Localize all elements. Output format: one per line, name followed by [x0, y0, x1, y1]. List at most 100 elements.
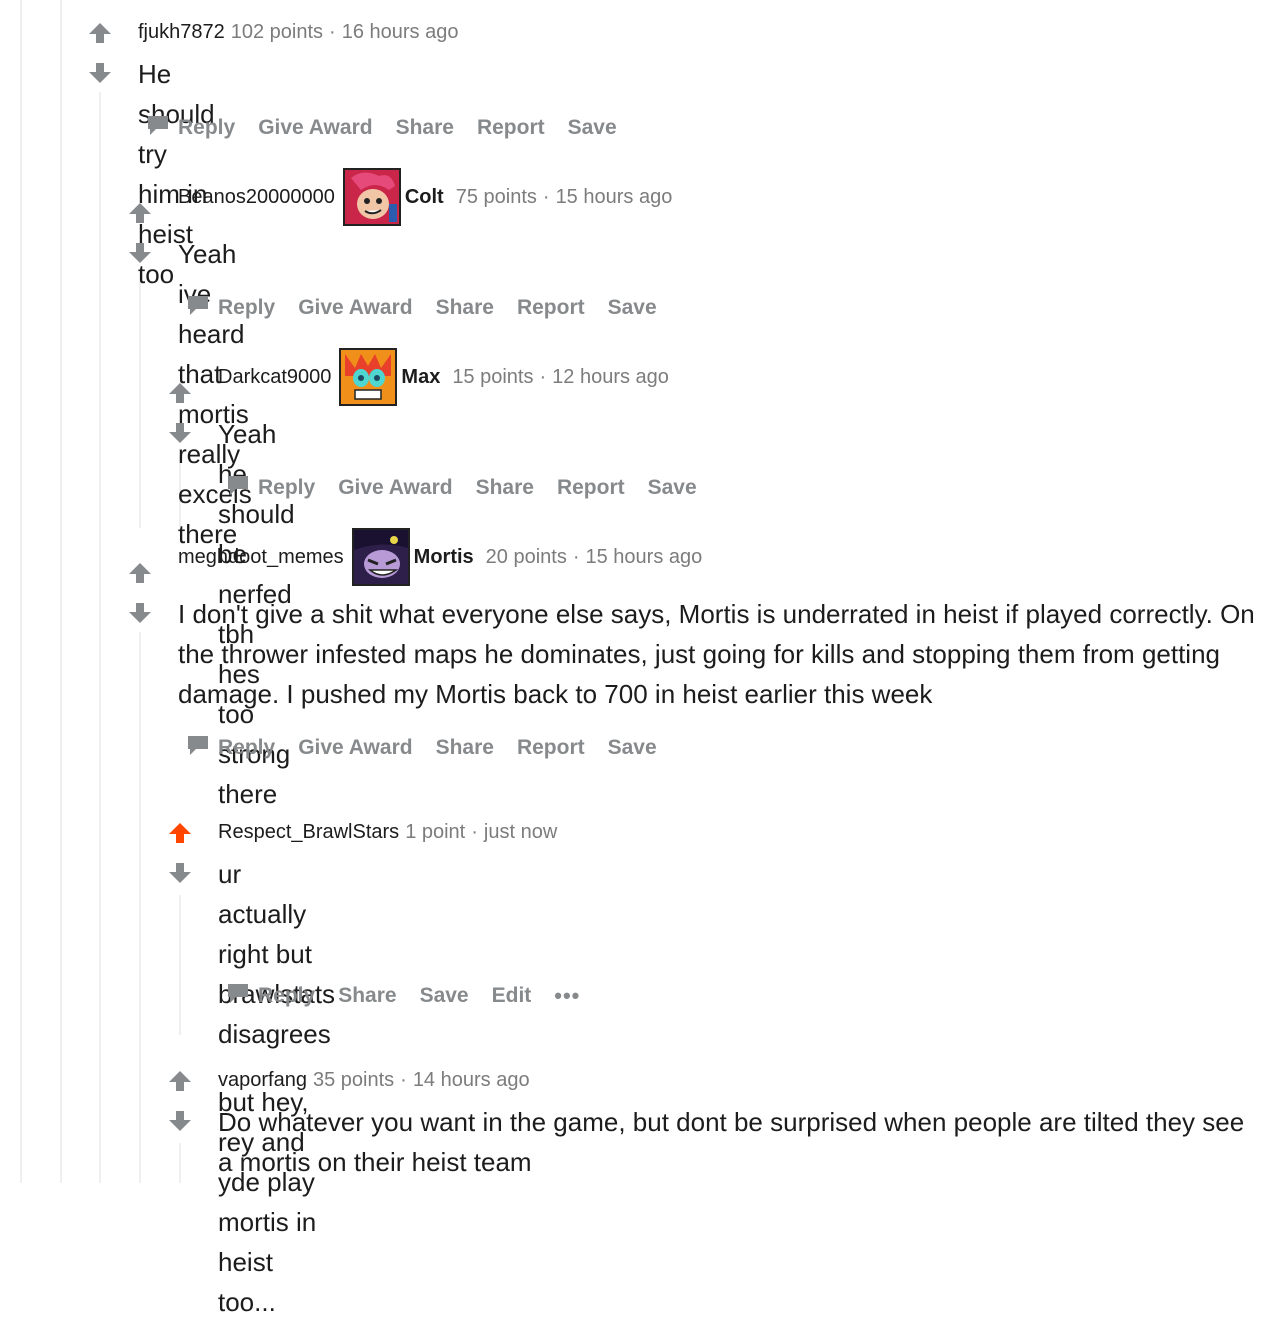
- report-button[interactable]: Report: [517, 736, 585, 760]
- reply-label: Reply: [258, 984, 316, 1007]
- score: 1 point: [405, 820, 466, 843]
- save-button[interactable]: Save: [608, 736, 657, 760]
- comment-paragraph: Do whatever you want in the game, but do…: [218, 1107, 1245, 1177]
- colt-avatar-icon: [342, 168, 401, 226]
- separator: ·: [471, 820, 478, 843]
- timestamp[interactable]: 15 hours ago: [586, 546, 703, 569]
- upvote-arrow-icon[interactable]: [168, 382, 192, 404]
- share-button[interactable]: Share: [436, 736, 494, 760]
- thread-line-comment-4[interactable]: [139, 632, 141, 1183]
- comment-header: meghdoot_memes Mortis 20 points · 15 hou…: [178, 526, 702, 588]
- reply-label: Reply: [178, 116, 236, 139]
- give-award-button[interactable]: Give Award: [258, 116, 372, 140]
- comment-header: Beanos20000000 Colt 75 points · 15 hours…: [178, 166, 672, 228]
- timestamp[interactable]: just now: [484, 821, 557, 844]
- reply-bubble-icon: [146, 114, 170, 142]
- author-link[interactable]: Darkcat9000: [218, 366, 331, 389]
- edit-button[interactable]: Edit: [492, 984, 532, 1008]
- share-button[interactable]: Share: [396, 116, 454, 140]
- thread-line-comment-1[interactable]: [99, 92, 101, 1183]
- report-button[interactable]: Report: [477, 116, 545, 140]
- upvote-arrow-icon[interactable]: [128, 202, 152, 224]
- user-flair: Colt: [404, 185, 444, 208]
- comment-paragraph: ur actually right but brawlstats disagre…: [218, 859, 336, 1049]
- thread-line-level-0: [60, 0, 62, 1183]
- timestamp[interactable]: 16 hours ago: [342, 21, 459, 44]
- thread-line-comment-6[interactable]: [179, 1143, 181, 1183]
- timestamp[interactable]: 14 hours ago: [413, 1069, 530, 1092]
- reply-button[interactable]: Reply: [226, 982, 315, 1010]
- mortis-avatar-icon: [351, 528, 410, 586]
- score: 20 points: [485, 545, 567, 568]
- separator: ·: [572, 545, 580, 568]
- author-link[interactable]: vaporfang: [218, 1069, 307, 1092]
- report-button[interactable]: Report: [557, 476, 625, 500]
- downvote-arrow-icon[interactable]: [168, 862, 192, 884]
- action-bar: Reply Give Award Share Report Save: [186, 734, 680, 762]
- separator: ·: [539, 365, 547, 388]
- user-flair: Mortis: [413, 545, 474, 568]
- vote-column: [128, 562, 152, 624]
- score: 75 points: [455, 185, 537, 208]
- reply-label: Reply: [218, 736, 276, 759]
- share-button[interactable]: Share: [338, 984, 396, 1008]
- comment-body: I don't give a shit what everyone else s…: [178, 594, 1273, 714]
- timestamp[interactable]: 12 hours ago: [552, 366, 669, 389]
- comment-header: fjukh7872 102 points · 16 hours ago: [138, 12, 458, 52]
- reply-button[interactable]: Reply: [146, 114, 235, 142]
- upvote-arrow-icon[interactable]: [168, 822, 192, 844]
- upvote-arrow-icon[interactable]: [168, 1070, 192, 1092]
- share-button[interactable]: Share: [436, 296, 494, 320]
- give-award-button[interactable]: Give Award: [298, 736, 412, 760]
- reply-button[interactable]: Reply: [186, 734, 275, 762]
- reply-bubble-icon: [226, 474, 250, 502]
- reply-button[interactable]: Reply: [226, 474, 315, 502]
- reply-button[interactable]: Reply: [186, 294, 275, 322]
- save-button[interactable]: Save: [568, 116, 617, 140]
- comment-header: Darkcat9000 Max 15 points · 12 hours ago: [218, 346, 669, 408]
- downvote-arrow-icon[interactable]: [168, 422, 192, 444]
- author-link[interactable]: meghdoot_memes: [178, 546, 344, 569]
- downvote-arrow-icon[interactable]: [128, 242, 152, 264]
- comment-body: Do whatever you want in the game, but do…: [218, 1102, 1258, 1182]
- upvote-arrow-icon[interactable]: [88, 22, 112, 44]
- action-bar: Reply Give Award Share Report Save: [186, 294, 680, 322]
- more-options-icon[interactable]: •••: [554, 983, 580, 1009]
- comment-header: vaporfang 35 points · 14 hours ago: [218, 1060, 530, 1100]
- reply-bubble-icon: [186, 294, 210, 322]
- save-button[interactable]: Save: [608, 296, 657, 320]
- save-button[interactable]: Save: [420, 984, 469, 1008]
- vote-column: [168, 382, 192, 444]
- give-award-button[interactable]: Give Award: [298, 296, 412, 320]
- reply-label: Reply: [218, 296, 276, 319]
- thread-line-comment-2[interactable]: [139, 272, 141, 528]
- author-link[interactable]: Respect_BrawlStars: [218, 821, 399, 844]
- timestamp[interactable]: 15 hours ago: [556, 186, 673, 209]
- reply-label: Reply: [258, 476, 316, 499]
- action-bar: Reply Give Award Share Report Save: [146, 114, 640, 142]
- thread-line-comment-5[interactable]: [179, 895, 181, 1035]
- separator: ·: [400, 1068, 407, 1091]
- share-button[interactable]: Share: [476, 476, 534, 500]
- author-link[interactable]: Beanos20000000: [178, 186, 335, 209]
- author-link[interactable]: fjukh7872: [138, 21, 225, 44]
- thread-line-outer: [20, 0, 22, 1183]
- save-button[interactable]: Save: [648, 476, 697, 500]
- give-award-button[interactable]: Give Award: [338, 476, 452, 500]
- reply-bubble-icon: [186, 734, 210, 762]
- comment-paragraph: I don't give a shit what everyone else s…: [178, 599, 1255, 709]
- comment-header: Respect_BrawlStars 1 point · just now: [218, 812, 557, 852]
- downvote-arrow-icon[interactable]: [88, 62, 112, 84]
- vote-column: [128, 202, 152, 264]
- report-button[interactable]: Report: [517, 296, 585, 320]
- user-flair: Max: [401, 365, 441, 388]
- upvote-arrow-icon[interactable]: [128, 562, 152, 584]
- action-bar: Reply Give Award Share Report Save: [226, 474, 720, 502]
- vote-column: [168, 1070, 192, 1132]
- separator: ·: [542, 185, 550, 208]
- score: 102 points: [230, 20, 324, 43]
- downvote-arrow-icon[interactable]: [128, 602, 152, 624]
- vote-column: [168, 822, 192, 884]
- downvote-arrow-icon[interactable]: [168, 1110, 192, 1132]
- action-bar: Reply Share Save Edit •••: [226, 982, 603, 1010]
